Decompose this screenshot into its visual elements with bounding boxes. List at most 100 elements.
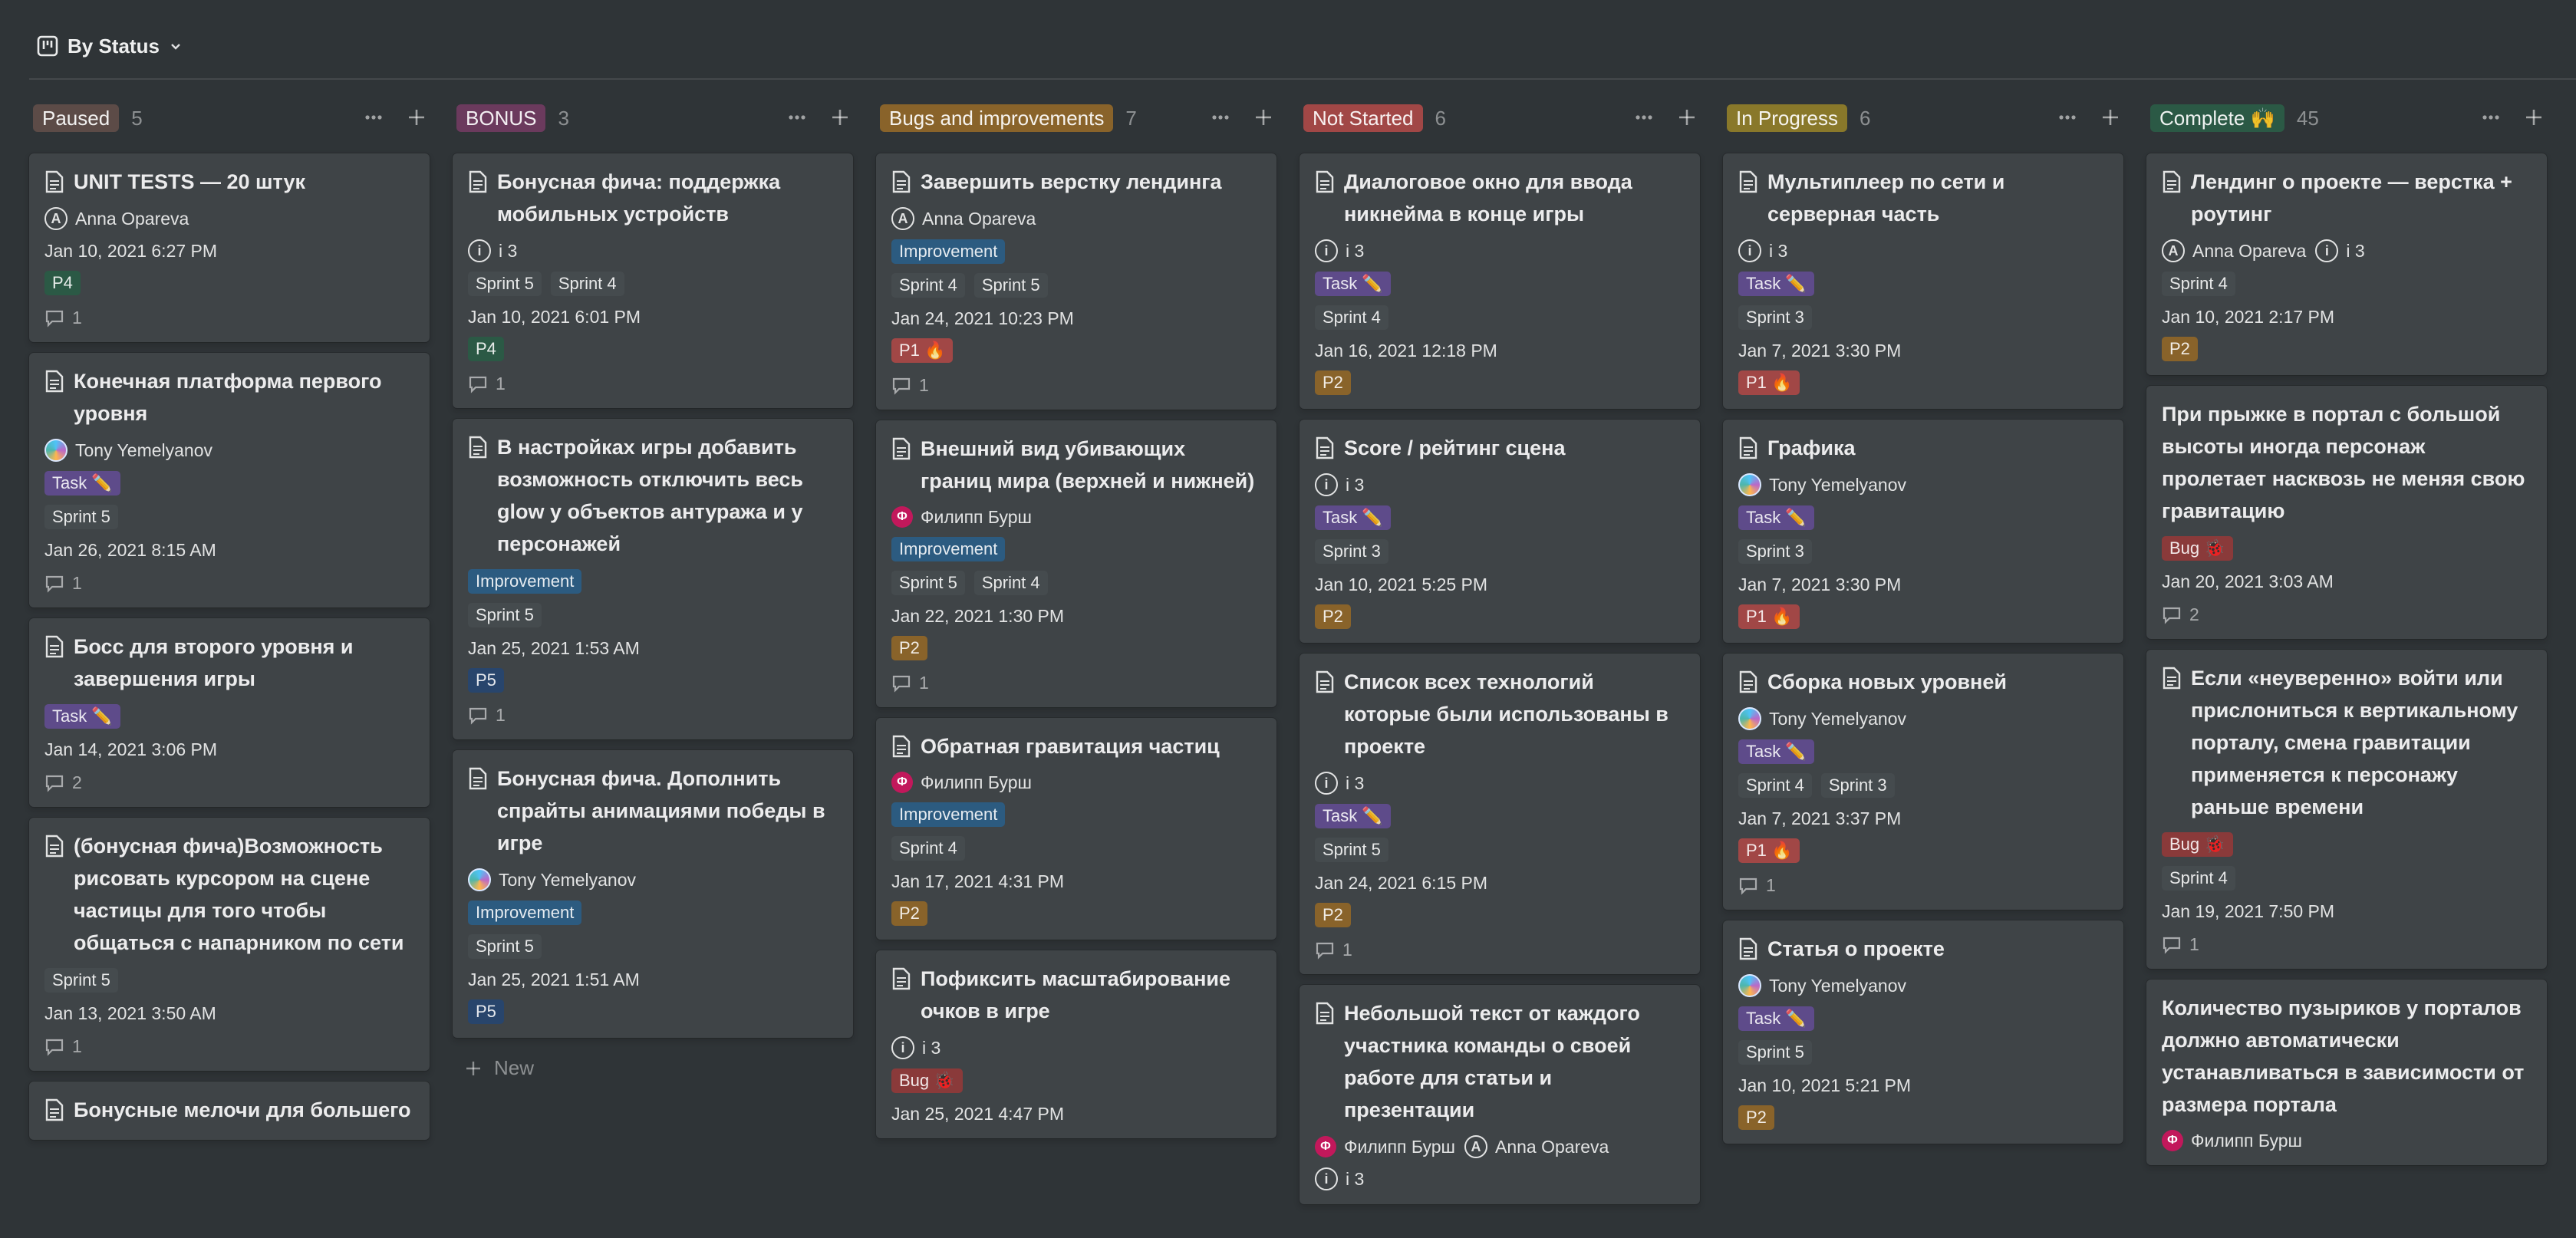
card-title-text: Завершить верстку лендинга <box>921 170 1222 193</box>
tag: Sprint 4 <box>1315 305 1388 330</box>
card-title: Небольшой текст от каждого участника ком… <box>1315 997 1685 1126</box>
task-card[interactable]: Обратная гравитация частиц Ф Филипп Бурш Im… <box>876 718 1276 940</box>
more-options-button[interactable] <box>1631 104 1657 130</box>
tag: Task ✏️ <box>1738 739 1814 764</box>
card-count: 6 <box>1859 106 1871 130</box>
task-card[interactable]: Внешний вид убивающих границ мира (верхн… <box>876 420 1276 707</box>
task-card[interactable]: В настройках игры добавить возможность о… <box>453 419 853 739</box>
comment-count: 1 <box>468 374 838 394</box>
task-card[interactable]: Мультиплеер по сети и серверная часть i i … <box>1723 153 2123 409</box>
more-options-button[interactable] <box>361 104 387 130</box>
avatar: A <box>1464 1135 1487 1158</box>
due-date: Jan 10, 2021 6:01 PM <box>468 307 641 327</box>
more-options-button[interactable] <box>2478 104 2504 130</box>
comment-icon <box>45 310 64 328</box>
task-card[interactable]: Статья о проекте Tony Yemelyanov Task ✏️ Sp… <box>1723 920 2123 1144</box>
info-property: i i 3 <box>1315 473 1364 496</box>
status-label[interactable]: Paused <box>33 104 120 132</box>
task-card[interactable]: UNIT TESTS — 20 штук A Anna Opareva Jan 10,… <box>29 153 430 342</box>
tag: P2 <box>891 901 927 926</box>
more-options-button[interactable] <box>1207 104 1234 130</box>
add-card-button[interactable] <box>2521 104 2547 130</box>
info-property: i i 3 <box>2315 239 2365 262</box>
board-columns: Paused 5 UNIT TESTS — 20 штук A Anna Opareva… <box>29 98 2547 1204</box>
task-card[interactable]: Список всех технологий которые были испо… <box>1300 654 1700 974</box>
task-card[interactable]: (бонусная фича)Возможность рисовать курс… <box>29 818 430 1071</box>
task-card[interactable]: Если «неуверенно» войти или прислониться… <box>2146 650 2547 969</box>
task-card[interactable]: Босс для второго уровня и завершения игр… <box>29 618 430 807</box>
page-icon <box>1316 436 1334 459</box>
add-card-button[interactable] <box>827 104 853 130</box>
assignee-name: Tony Yemelyanov <box>499 869 637 890</box>
tag-row: P2 <box>1315 370 1685 395</box>
due-date: Jan 19, 2021 7:50 PM <box>2162 901 2335 921</box>
tag: Sprint 5 <box>891 571 965 595</box>
task-card[interactable]: Завершить верстку лендинга A Anna Opareva I… <box>876 153 1276 410</box>
add-card-button[interactable] <box>1250 104 1276 130</box>
tag-row: Task ✏️ <box>44 704 414 729</box>
tag-row: Task ✏️ <box>44 471 414 496</box>
tag-row: Sprint 4 <box>1315 305 1685 330</box>
status-label[interactable]: Complete 🙌 <box>2150 104 2284 132</box>
tag: Sprint 5 <box>44 968 118 993</box>
task-card[interactable]: Бонусная фича: поддержка мобильных устро… <box>453 153 853 408</box>
more-options-button[interactable] <box>784 104 810 130</box>
task-card[interactable]: Графика Tony Yemelyanov Task ✏️ Sprint 3 Jan… <box>1723 420 2123 643</box>
task-card[interactable]: Бонусная фича. Дополнить спрайты анимаци… <box>453 750 853 1038</box>
task-card[interactable]: Конечная платформа первого уровня Tony Ye… <box>29 353 430 607</box>
avatar: A <box>44 207 68 230</box>
assignee-name: Anna Opareva <box>2192 240 2307 261</box>
info-icon: i <box>1315 239 1338 262</box>
info-property: i i 3 <box>1315 239 1364 262</box>
tag: P2 <box>891 636 927 660</box>
card-title-text: Score / рейтинг сцена <box>1344 436 1566 459</box>
add-card-button[interactable] <box>404 104 430 130</box>
status-label[interactable]: Bugs and improvements <box>880 104 1114 132</box>
plus-icon <box>832 110 848 125</box>
add-card-button[interactable] <box>1674 104 1700 130</box>
add-card-button[interactable] <box>2097 104 2123 130</box>
card-title: Количество пузыриков у порталов должно а… <box>2162 992 2532 1121</box>
task-card[interactable]: Score / рейтинг сцена i i 3 Task ✏️ Sprint 3… <box>1300 420 1700 643</box>
avatar: Ф <box>891 506 913 528</box>
view-switcher[interactable]: By Status <box>37 31 183 61</box>
due-date: Jan 25, 2021 1:51 AM <box>468 970 640 989</box>
task-card[interactable]: При прыжке в портал с большой высоты ино… <box>2146 386 2547 639</box>
more-options-button[interactable] <box>2054 104 2080 130</box>
tag-row: Sprint 5 Sprint 4 <box>468 272 838 296</box>
tag: Task ✏️ <box>1315 272 1391 296</box>
comment-count-value: 1 <box>1766 875 1776 895</box>
plus-icon <box>1256 110 1271 125</box>
tag: Sprint 4 <box>891 836 965 861</box>
card-title: Лендинг о проекте — верстка + роутинг <box>2162 166 2532 230</box>
task-card[interactable]: Бонусные мелочи для большего <box>29 1082 430 1140</box>
task-card[interactable]: Небольшой текст от каждого участника ком… <box>1300 985 1700 1204</box>
tag: Improvement <box>468 901 582 925</box>
board-page: By Status Paused 5 UNIT TESTS — 20 штук A An… <box>0 0 2576 1238</box>
info-property: i i 3 <box>1738 239 1787 262</box>
property-row: Ф Филипп Бурш <box>891 506 1261 528</box>
column-complete: Complete 🙌 45 Лендинг о проекте — верстка … <box>2146 98 2547 1204</box>
info-value: i 3 <box>922 1037 941 1058</box>
more-icon <box>2059 115 2076 120</box>
task-card[interactable]: Количество пузыриков у порталов должно а… <box>2146 980 2547 1165</box>
status-label[interactable]: In Progress <box>1727 104 1847 132</box>
task-card[interactable]: Пофиксить масштабирование очков в игре i i… <box>876 950 1276 1138</box>
column-actions <box>1207 104 1276 130</box>
tag: Sprint 3 <box>1738 305 1812 330</box>
task-card[interactable]: Сборка новых уровней Tony Yemelyanov Task … <box>1723 654 2123 910</box>
task-card[interactable]: Диалоговое окно для ввода никнейма в кон… <box>1300 153 1700 409</box>
task-card[interactable]: Лендинг о проекте — верстка + роутинг A An… <box>2146 153 2547 375</box>
card-title-text: В настройках игры добавить возможность о… <box>497 436 803 555</box>
info-icon: i <box>1738 239 1761 262</box>
info-property: i i 3 <box>891 1036 940 1059</box>
property-row: i i 3 <box>468 239 838 262</box>
assignee-name: Tony Yemelyanov <box>1769 708 1907 729</box>
comment-count-value: 1 <box>72 1036 82 1056</box>
card-title: Мультиплеер по сети и серверная часть <box>1738 166 2108 230</box>
new-card-button[interactable]: New <box>453 1056 853 1080</box>
status-label[interactable]: BONUS <box>456 104 546 132</box>
view-toolbar: By Status <box>29 0 2576 80</box>
status-label[interactable]: Not Started <box>1303 104 1423 132</box>
comment-count: 1 <box>44 573 414 594</box>
